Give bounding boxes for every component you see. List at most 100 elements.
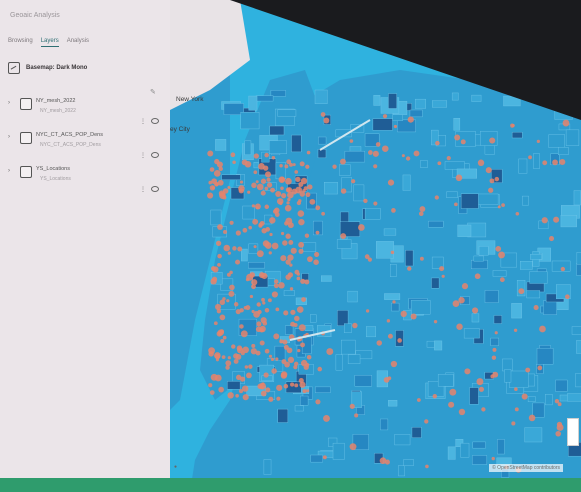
tract-polygon <box>285 325 294 335</box>
location-point <box>239 308 244 313</box>
location-point <box>242 394 249 401</box>
more-icon[interactable]: ⋮ <box>140 118 146 125</box>
zoom-control[interactable] <box>567 418 579 446</box>
edit-icon[interactable]: ✎ <box>150 88 156 96</box>
location-point <box>435 140 440 146</box>
location-point <box>228 290 235 297</box>
tract-polygon <box>532 402 545 418</box>
location-point <box>223 244 231 252</box>
location-point <box>295 176 301 183</box>
location-point <box>458 408 466 416</box>
location-point <box>280 231 285 236</box>
location-point <box>340 188 347 194</box>
location-point <box>291 188 298 195</box>
chevron-right-icon[interactable]: › <box>8 100 10 106</box>
location-point <box>441 274 445 278</box>
location-point <box>386 319 391 323</box>
location-point <box>491 456 495 461</box>
tract-polygon <box>391 302 400 312</box>
location-point <box>525 367 531 373</box>
tract-polygon <box>471 259 488 270</box>
tract-polygon <box>221 174 241 181</box>
location-point <box>223 230 227 234</box>
location-point <box>407 116 414 123</box>
location-point <box>220 339 225 344</box>
location-point <box>562 119 570 127</box>
tract-polygon <box>241 248 248 262</box>
location-point <box>299 161 305 167</box>
tab-browsing[interactable]: Browsing <box>8 38 33 47</box>
location-point <box>549 236 555 242</box>
basemap-label: Basemap: Dark Mono <box>26 65 88 71</box>
location-point <box>217 224 223 230</box>
location-point <box>476 378 484 386</box>
location-point <box>275 307 280 312</box>
tract-polygon <box>484 290 499 303</box>
eye-icon[interactable] <box>151 118 159 124</box>
map-canvas[interactable]: New York ey City © OpenStreetMap contrib… <box>170 0 581 492</box>
location-point <box>367 150 373 155</box>
location-point <box>478 386 485 392</box>
location-point <box>292 163 296 167</box>
tract-polygon <box>554 102 573 120</box>
location-point <box>300 342 305 348</box>
more-icon[interactable]: ⋮ <box>140 152 146 159</box>
map-svg[interactable] <box>170 0 581 492</box>
tract-polygon <box>405 249 414 267</box>
location-point <box>235 230 241 236</box>
location-point <box>289 162 293 167</box>
location-point <box>270 187 276 193</box>
location-point <box>207 150 214 157</box>
location-point <box>352 322 358 329</box>
location-point <box>298 199 302 203</box>
chevron-right-icon[interactable]: › <box>8 134 10 140</box>
layer-icon <box>20 166 32 178</box>
location-point <box>260 390 267 397</box>
location-point <box>217 262 221 267</box>
tab-analysis[interactable]: Analysis <box>67 38 89 47</box>
eye-icon[interactable] <box>151 152 159 158</box>
tract-polygon <box>364 208 381 220</box>
eye-icon[interactable] <box>151 186 159 192</box>
location-point <box>280 372 288 379</box>
location-point <box>419 256 424 261</box>
location-point <box>349 443 357 451</box>
location-point <box>275 357 279 361</box>
tract-polygon <box>300 395 309 406</box>
tract-polygon <box>315 386 331 393</box>
chevron-right-icon[interactable]: › <box>8 168 10 174</box>
location-point <box>560 266 566 272</box>
tract-polygon <box>460 442 470 458</box>
location-point <box>449 388 457 396</box>
basemap-row[interactable]: Basemap: Dark Mono <box>8 60 158 76</box>
location-point <box>218 386 224 393</box>
location-point <box>297 349 301 353</box>
tab-layers[interactable]: Layers <box>40 38 59 47</box>
location-point <box>256 250 264 258</box>
location-point <box>515 212 520 216</box>
location-point <box>303 186 308 191</box>
layer-name: NYC_CT_ACS_POP_Dens <box>36 132 103 138</box>
tract-polygon <box>380 418 389 431</box>
location-point <box>264 348 270 354</box>
tract-polygon <box>227 381 241 390</box>
location-point <box>271 291 278 298</box>
tract-polygon <box>247 262 265 269</box>
tract-polygon <box>428 220 444 228</box>
location-point <box>259 220 265 226</box>
more-icon[interactable]: ⋮ <box>140 186 146 193</box>
layer-item-ny-mesh[interactable]: › NY_mesh_2022 NY_mesh_2022 ⋮ <box>8 96 163 126</box>
layer-item-pop-dens[interactable]: › NYC_CT_ACS_POP_Dens NYC_CT_ACS_POP_Den… <box>8 130 163 160</box>
location-point <box>390 360 398 368</box>
location-point <box>219 314 226 321</box>
location-point <box>214 352 221 359</box>
location-point <box>556 423 564 431</box>
location-point <box>425 464 429 469</box>
location-point <box>269 217 276 224</box>
location-point <box>464 368 471 375</box>
layers-panel: Geoaic Analysis Browsing Layers Analysis… <box>0 0 171 492</box>
location-point <box>214 303 222 310</box>
layer-item-locations[interactable]: › YS_Locations YS_Locations ⋮ <box>8 164 163 194</box>
location-point <box>284 164 289 169</box>
location-point <box>273 283 279 289</box>
